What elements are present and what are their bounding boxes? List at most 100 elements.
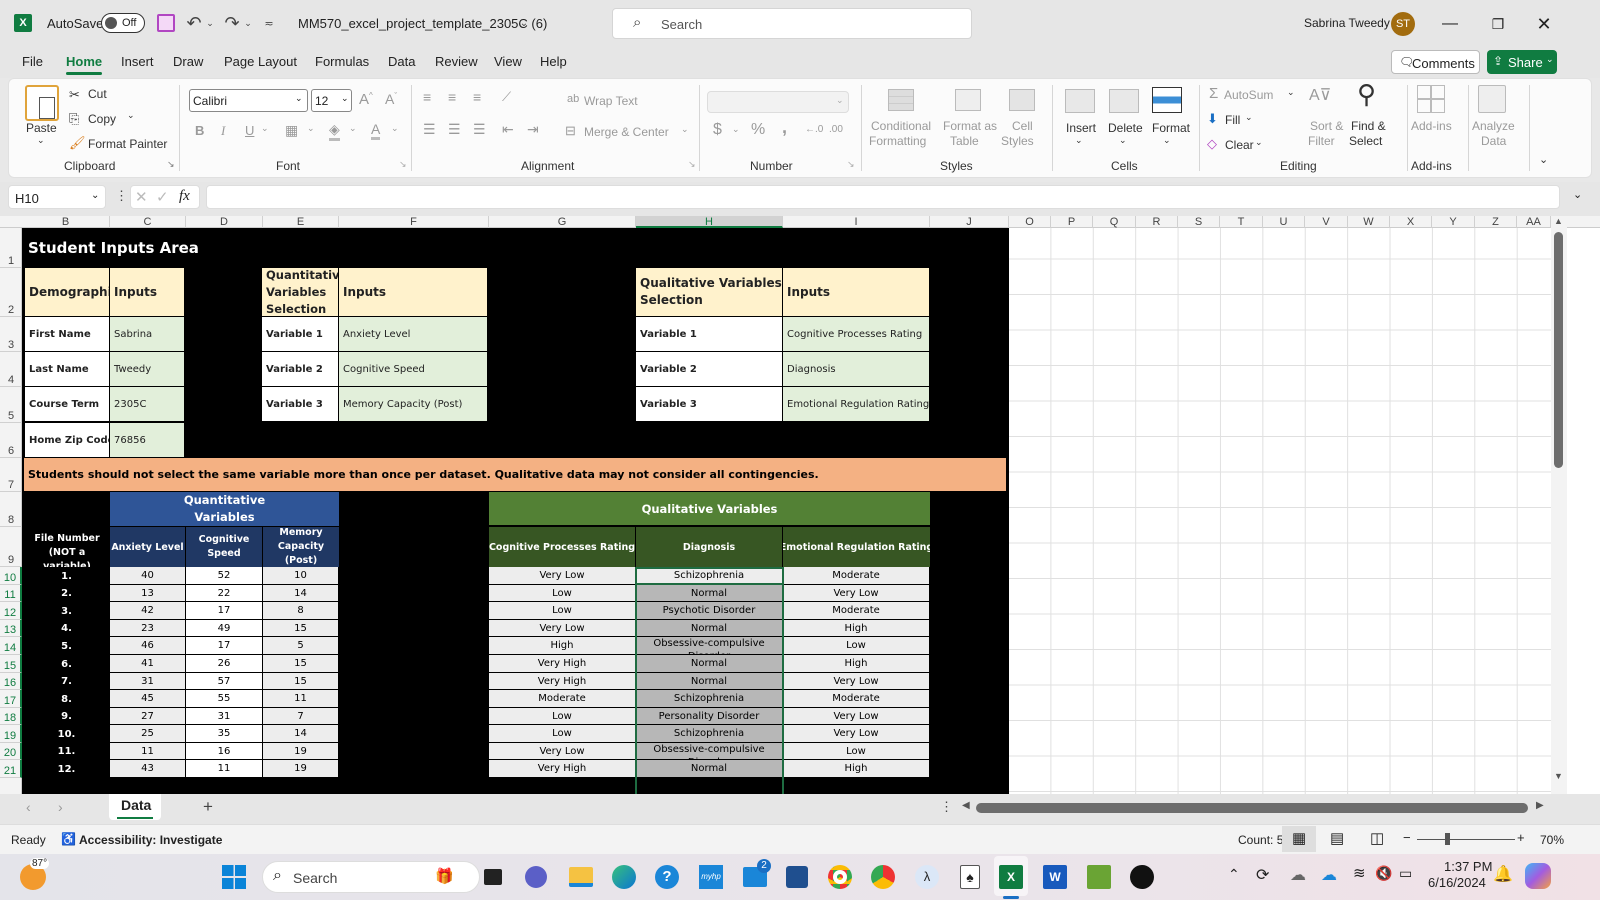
emotional-regulation-cell[interactable]: High — [783, 620, 930, 637]
cognitive-processes-cell[interactable]: Very High — [489, 673, 636, 690]
zoom-slider-thumb[interactable] — [1445, 833, 1450, 845]
onedrive-icon[interactable]: ☁ — [1321, 865, 1337, 885]
fill-button[interactable]: Fill — [1225, 113, 1240, 127]
delete-cells-button[interactable]: Delete — [1108, 121, 1143, 135]
column-header[interactable]: V — [1305, 216, 1348, 228]
align-right-icon[interactable]: ☰ — [473, 121, 486, 138]
insert-cells-button[interactable]: Insert — [1066, 121, 1096, 135]
align-top-icon[interactable]: ≡ — [423, 89, 431, 105]
scroll-left-icon[interactable]: ◀ — [962, 800, 970, 811]
cognitive-speed-cell[interactable]: 31 — [186, 708, 263, 725]
search-box[interactable]: ⌕ Search — [612, 8, 972, 39]
clock-time[interactable]: 1:37 PM — [1444, 859, 1492, 874]
row-header[interactable]: 14 — [0, 637, 22, 655]
comma-button[interactable]: , — [782, 117, 787, 138]
row-header[interactable]: 11 — [0, 585, 22, 602]
cognitive-processes-cell[interactable]: Low — [489, 725, 636, 743]
conditional-formatting-button[interactable]: Conditional — [871, 119, 931, 133]
decrease-font-icon[interactable]: Aˇ — [385, 91, 397, 107]
save-icon[interactable] — [157, 14, 175, 32]
cognitive-processes-cell[interactable]: Very High — [489, 655, 636, 673]
battery-icon[interactable]: ▭ — [1399, 865, 1412, 882]
memory-capacity-cell[interactable]: 14 — [263, 585, 339, 602]
chrome-profile-icon[interactable] — [868, 862, 898, 892]
emotional-regulation-cell[interactable]: High — [783, 655, 930, 673]
game-icon[interactable] — [1084, 862, 1114, 892]
cognitive-speed-cell[interactable]: 57 — [186, 673, 263, 690]
fill-color-icon[interactable]: ◈ — [329, 121, 340, 141]
column-header[interactable]: T — [1220, 216, 1263, 228]
normal-view-button[interactable]: ▦ — [1282, 826, 1316, 852]
cognitive-speed-cell[interactable]: 17 — [186, 602, 263, 620]
chrome-icon[interactable] — [825, 862, 855, 892]
anxiety-level-cell[interactable]: 43 — [110, 760, 186, 778]
diagnosis-cell[interactable]: Normal — [636, 655, 783, 673]
tab-data[interactable]: Data — [388, 54, 415, 69]
file-number-cell[interactable]: 7. — [24, 673, 110, 690]
fill-color-dropdown-icon[interactable]: ⌄ — [349, 123, 357, 134]
memory-capacity-cell[interactable]: 15 — [263, 673, 339, 690]
zoom-level[interactable]: 70% — [1540, 833, 1564, 847]
redo-dropdown-icon[interactable]: ⌄ — [243, 12, 253, 34]
anxiety-level-cell[interactable]: 31 — [110, 673, 186, 690]
memory-capacity-cell[interactable]: 5 — [263, 637, 339, 655]
number-launcher-icon[interactable]: ↘ — [847, 159, 855, 170]
increase-decimal-icon[interactable]: ←.0 — [805, 124, 823, 135]
word-icon[interactable]: W — [1040, 862, 1070, 892]
cloud-icon[interactable]: ☁ — [1290, 865, 1306, 885]
tab-view[interactable]: View — [494, 54, 522, 69]
row-header[interactable]: 6 — [0, 423, 22, 458]
help-icon[interactable]: ? — [652, 862, 682, 892]
enter-icon[interactable]: ✓ — [156, 188, 169, 206]
zoom-out-icon[interactable]: − — [1403, 830, 1411, 845]
row-header[interactable]: 15 — [0, 655, 22, 673]
variable-input[interactable]: Anxiety Level — [339, 317, 488, 352]
name-box[interactable]: H10 ⌄ — [8, 185, 106, 209]
font-launcher-icon[interactable]: ↘ — [399, 159, 407, 170]
autosum-button[interactable]: AutoSum — [1224, 88, 1273, 102]
cognitive-speed-cell[interactable]: 26 — [186, 655, 263, 673]
emotional-regulation-cell[interactable]: Very Low — [783, 585, 930, 602]
accessibility-status[interactable]: Accessibility: Investigate — [79, 833, 222, 847]
memory-capacity-cell[interactable]: 10 — [263, 567, 339, 585]
wifi-icon[interactable]: ≋ — [1353, 864, 1366, 882]
row-header[interactable]: 16 — [0, 673, 22, 690]
diagnosis-cell[interactable]: Normal — [636, 585, 783, 602]
scroll-right-icon[interactable]: ▶ — [1536, 800, 1544, 811]
file-number-cell[interactable]: 1. — [24, 567, 110, 585]
taskbar-search[interactable]: ⌕ Search 🎁 — [262, 861, 480, 893]
row-header[interactable]: 20 — [0, 743, 22, 760]
title-dropdown-icon[interactable]: ⌄ — [518, 15, 530, 31]
redo-icon[interactable]: ↷ — [222, 12, 242, 34]
diagnosis-cell[interactable]: Schizophrenia — [636, 567, 783, 585]
close-icon[interactable]: ✕ — [1530, 10, 1558, 38]
document-title[interactable]: MM570_excel_project_template_2305C (6) — [298, 16, 547, 31]
memory-capacity-cell[interactable]: 19 — [263, 743, 339, 760]
row-header[interactable]: 7 — [0, 458, 22, 492]
row-header[interactable]: 9 — [0, 527, 22, 567]
prev-sheet-icon[interactable]: ‹ — [26, 799, 31, 815]
column-header[interactable]: W — [1348, 216, 1390, 228]
memory-capacity-cell[interactable]: 11 — [263, 690, 339, 708]
row-header[interactable]: 17 — [0, 690, 22, 708]
file-number-cell[interactable]: 12. — [24, 760, 110, 778]
sheet-tab-data[interactable]: Data — [109, 794, 161, 820]
memory-capacity-cell[interactable]: 15 — [263, 620, 339, 637]
excel-taskbar-icon[interactable]: X — [996, 862, 1026, 892]
variable-input[interactable]: Cognitive Processes Rating — [783, 317, 930, 352]
diagnosis-cell[interactable]: Normal — [636, 673, 783, 690]
next-sheet-icon[interactable]: › — [58, 799, 63, 815]
anxiety-level-cell[interactable]: 40 — [110, 567, 186, 585]
scroll-down-icon[interactable]: ▼ — [1554, 771, 1563, 781]
add-ins-button[interactable]: Add-ins — [1411, 119, 1452, 133]
anxiety-level-cell[interactable]: 45 — [110, 690, 186, 708]
row-header[interactable]: 1 — [0, 228, 22, 268]
row-header[interactable]: 19 — [0, 725, 22, 743]
tab-split-handle-icon[interactable]: ⋮ — [940, 799, 953, 815]
undo-dropdown-icon[interactable]: ⌄ — [205, 12, 215, 34]
fill-dropdown-icon[interactable]: ⌄ — [1245, 112, 1253, 123]
analyze-data-button[interactable]: Analyze — [1472, 119, 1515, 133]
column-header[interactable]: Z — [1475, 216, 1517, 228]
underline-button[interactable]: U — [245, 123, 254, 138]
cognitive-processes-cell[interactable]: Very Low — [489, 743, 636, 760]
